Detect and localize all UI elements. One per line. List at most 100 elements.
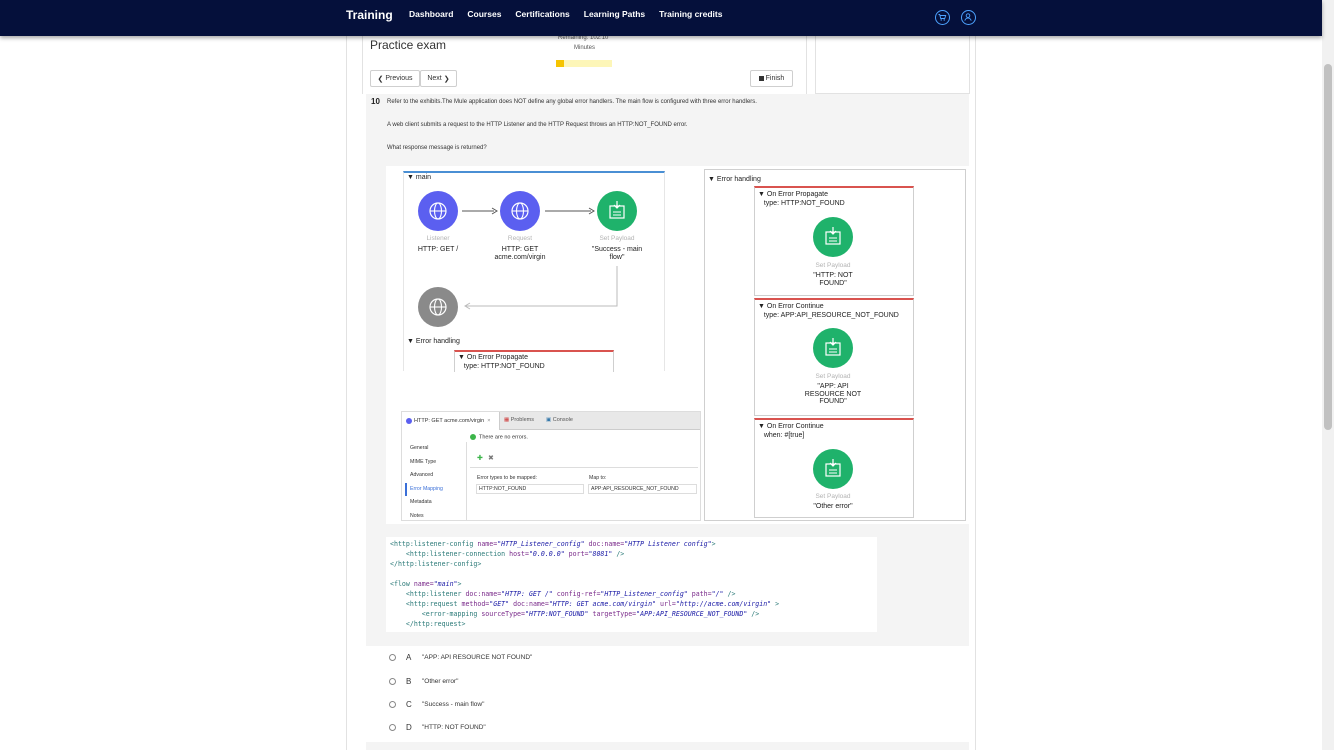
- problems-icon: ▦: [504, 417, 510, 423]
- answer-b-radio[interactable]: [389, 677, 396, 685]
- nav-courses[interactable]: Courses: [467, 9, 501, 19]
- props-status-text: There are no errors.: [479, 434, 528, 441]
- code-token: doc:name=: [461, 590, 502, 598]
- handler-1-value: "HTTP: NOT FOUND": [793, 272, 873, 287]
- handler-2-type: type: APP:API_RESOURCE_NOT_FOUND: [763, 312, 899, 319]
- code-token: "GET": [489, 600, 510, 608]
- question-text-2: A web client submits a request to the HT…: [387, 122, 688, 128]
- properties-panel: HTTP: GET acme.com/virgin × ▦ Problems ▣…: [401, 411, 701, 521]
- previous-button[interactable]: ❮ Previous: [370, 70, 420, 87]
- nav-certifications[interactable]: Certifications: [515, 9, 569, 19]
- code-token: />: [723, 590, 736, 598]
- main-flow-label: ▼ main: [407, 174, 432, 181]
- code-token: url=: [656, 600, 676, 608]
- props-nav-mime-type[interactable]: MIME Type: [410, 456, 443, 470]
- set-payload-icon: [597, 191, 637, 231]
- handler-2-caption: Set Payload: [815, 373, 851, 380]
- code-token: port=: [564, 550, 589, 558]
- handler-3-caption: Set Payload: [815, 493, 851, 500]
- code-token: </http:listener-config>: [390, 560, 482, 568]
- props-tab-request[interactable]: HTTP: GET acme.com/virgin ×: [402, 412, 500, 430]
- next-button[interactable]: Next ❯: [420, 70, 457, 87]
- col-map-to: Map to:: [589, 475, 607, 481]
- cart-icon[interactable]: [935, 10, 950, 25]
- handler-2-label: ▼ On Error Continue type: APP:API_RESOUR…: [758, 303, 899, 319]
- code-token: "8081": [588, 550, 613, 558]
- answer-option-d[interactable]: D "HTTP: NOT FOUND": [389, 722, 486, 732]
- answer-option-a[interactable]: A "APP: API RESOURCE NOT FOUND": [389, 652, 532, 662]
- code-token: "HTTP_Listener_config": [600, 590, 688, 598]
- check-circle-icon: [470, 434, 476, 440]
- code-token: <http:listener: [390, 590, 462, 598]
- code-token: path=: [687, 590, 712, 598]
- handler-3-payload-icon: [813, 449, 853, 489]
- code-token: doc:name=: [584, 540, 625, 548]
- code-token: </http:request>: [390, 620, 466, 628]
- answer-option-c[interactable]: C "Success - main flow": [389, 699, 484, 709]
- previous-label: Previous: [385, 75, 413, 82]
- main-error-handling-text: Error handling: [415, 338, 460, 345]
- answer-b-letter: B: [406, 676, 412, 686]
- listener-globe-icon: [418, 191, 458, 231]
- code-token: "APP:API_RESOURCE_NOT_FOUND": [636, 610, 748, 618]
- brand-title[interactable]: Training: [346, 8, 393, 22]
- code-token: >: [457, 580, 462, 588]
- answer-b-text: "Other error": [422, 677, 459, 685]
- code-token: >: [711, 540, 716, 548]
- question-text-1: Refer to the exhibits.The Mule applicati…: [387, 99, 757, 105]
- exam-progress-bar: [556, 60, 612, 67]
- answer-d-radio[interactable]: [389, 723, 396, 731]
- props-status: There are no errors.: [470, 434, 528, 440]
- question-text-3: What response message is returned?: [387, 145, 487, 151]
- console-icon: ▣: [546, 417, 552, 423]
- code-token: "/": [711, 590, 724, 598]
- nav-dashboard[interactable]: Dashboard: [409, 9, 453, 19]
- handler-2-value-line2: RESOURCE NOT: [804, 390, 862, 398]
- map-to-field[interactable]: APP:API_RESOURCE_NOT_FOUND: [588, 484, 697, 494]
- request-label-line1: HTTP: GET: [501, 246, 539, 253]
- props-nav-notes[interactable]: Notes: [410, 510, 443, 524]
- col-error-types: Error types to be mapped:: [477, 475, 537, 481]
- code-token: targetType=: [588, 610, 637, 618]
- answer-a-letter: A: [406, 652, 412, 662]
- error-type-field[interactable]: HTTP:NOT_FOUND: [476, 484, 584, 494]
- props-nav-advanced[interactable]: Advanced: [410, 469, 443, 483]
- request-label-line2: acme.com/virgin: [494, 253, 546, 261]
- handler-1-label: ▼ On Error Propagate type: HTTP:NOT_FOUN…: [758, 191, 845, 207]
- scrollbar-thumb[interactable]: [1324, 64, 1332, 430]
- handler-1-caption: Set Payload: [815, 262, 851, 269]
- answer-option-b[interactable]: B "Other error": [389, 676, 458, 686]
- user-icon[interactable]: [961, 10, 976, 25]
- code-token: "main": [433, 580, 458, 588]
- answer-c-radio[interactable]: [389, 700, 396, 708]
- nav-learning-paths[interactable]: Learning Paths: [584, 9, 645, 19]
- flow-arrow-2: [545, 207, 595, 215]
- payload-label-line2: flow": [609, 253, 625, 261]
- eh-panel-title: ▼ Error handling: [708, 176, 761, 183]
- code-token: <flow: [390, 580, 410, 588]
- add-mapping-icon[interactable]: ✚: [477, 454, 483, 462]
- request-globe-icon: [500, 191, 540, 231]
- page-title: Practice exam: [370, 38, 447, 52]
- finish-button[interactable]: Finish: [750, 70, 793, 87]
- props-nav-metadata[interactable]: Metadata: [410, 496, 443, 510]
- question-number: 10: [371, 97, 380, 106]
- response-globe-icon: [418, 287, 458, 327]
- remove-mapping-icon[interactable]: ✖: [488, 454, 494, 462]
- nav-training-credits[interactable]: Training credits: [659, 9, 722, 19]
- answer-a-radio[interactable]: [389, 653, 396, 661]
- payload-caption: Set Payload: [599, 235, 635, 242]
- nav-links: Dashboard Courses Certifications Learnin…: [409, 9, 736, 19]
- props-nav-general[interactable]: General: [410, 442, 443, 456]
- chevron-right-icon: ❯: [443, 75, 450, 83]
- page-scrollbar[interactable]: [1322, 0, 1334, 750]
- props-tab-console[interactable]: ▣ Console: [546, 417, 573, 423]
- code-token: <http:listener-connection: [390, 550, 506, 558]
- close-icon[interactable]: ×: [487, 418, 490, 424]
- code-token: "HTTP Listener config": [624, 540, 712, 548]
- flow-arrow-1: [462, 207, 498, 215]
- exam-progress-fill: [556, 60, 564, 67]
- frame-right: [975, 36, 976, 750]
- props-nav-error-mapping[interactable]: Error Mapping: [405, 482, 443, 496]
- props-tab-problems[interactable]: ▦ Problems: [504, 417, 534, 423]
